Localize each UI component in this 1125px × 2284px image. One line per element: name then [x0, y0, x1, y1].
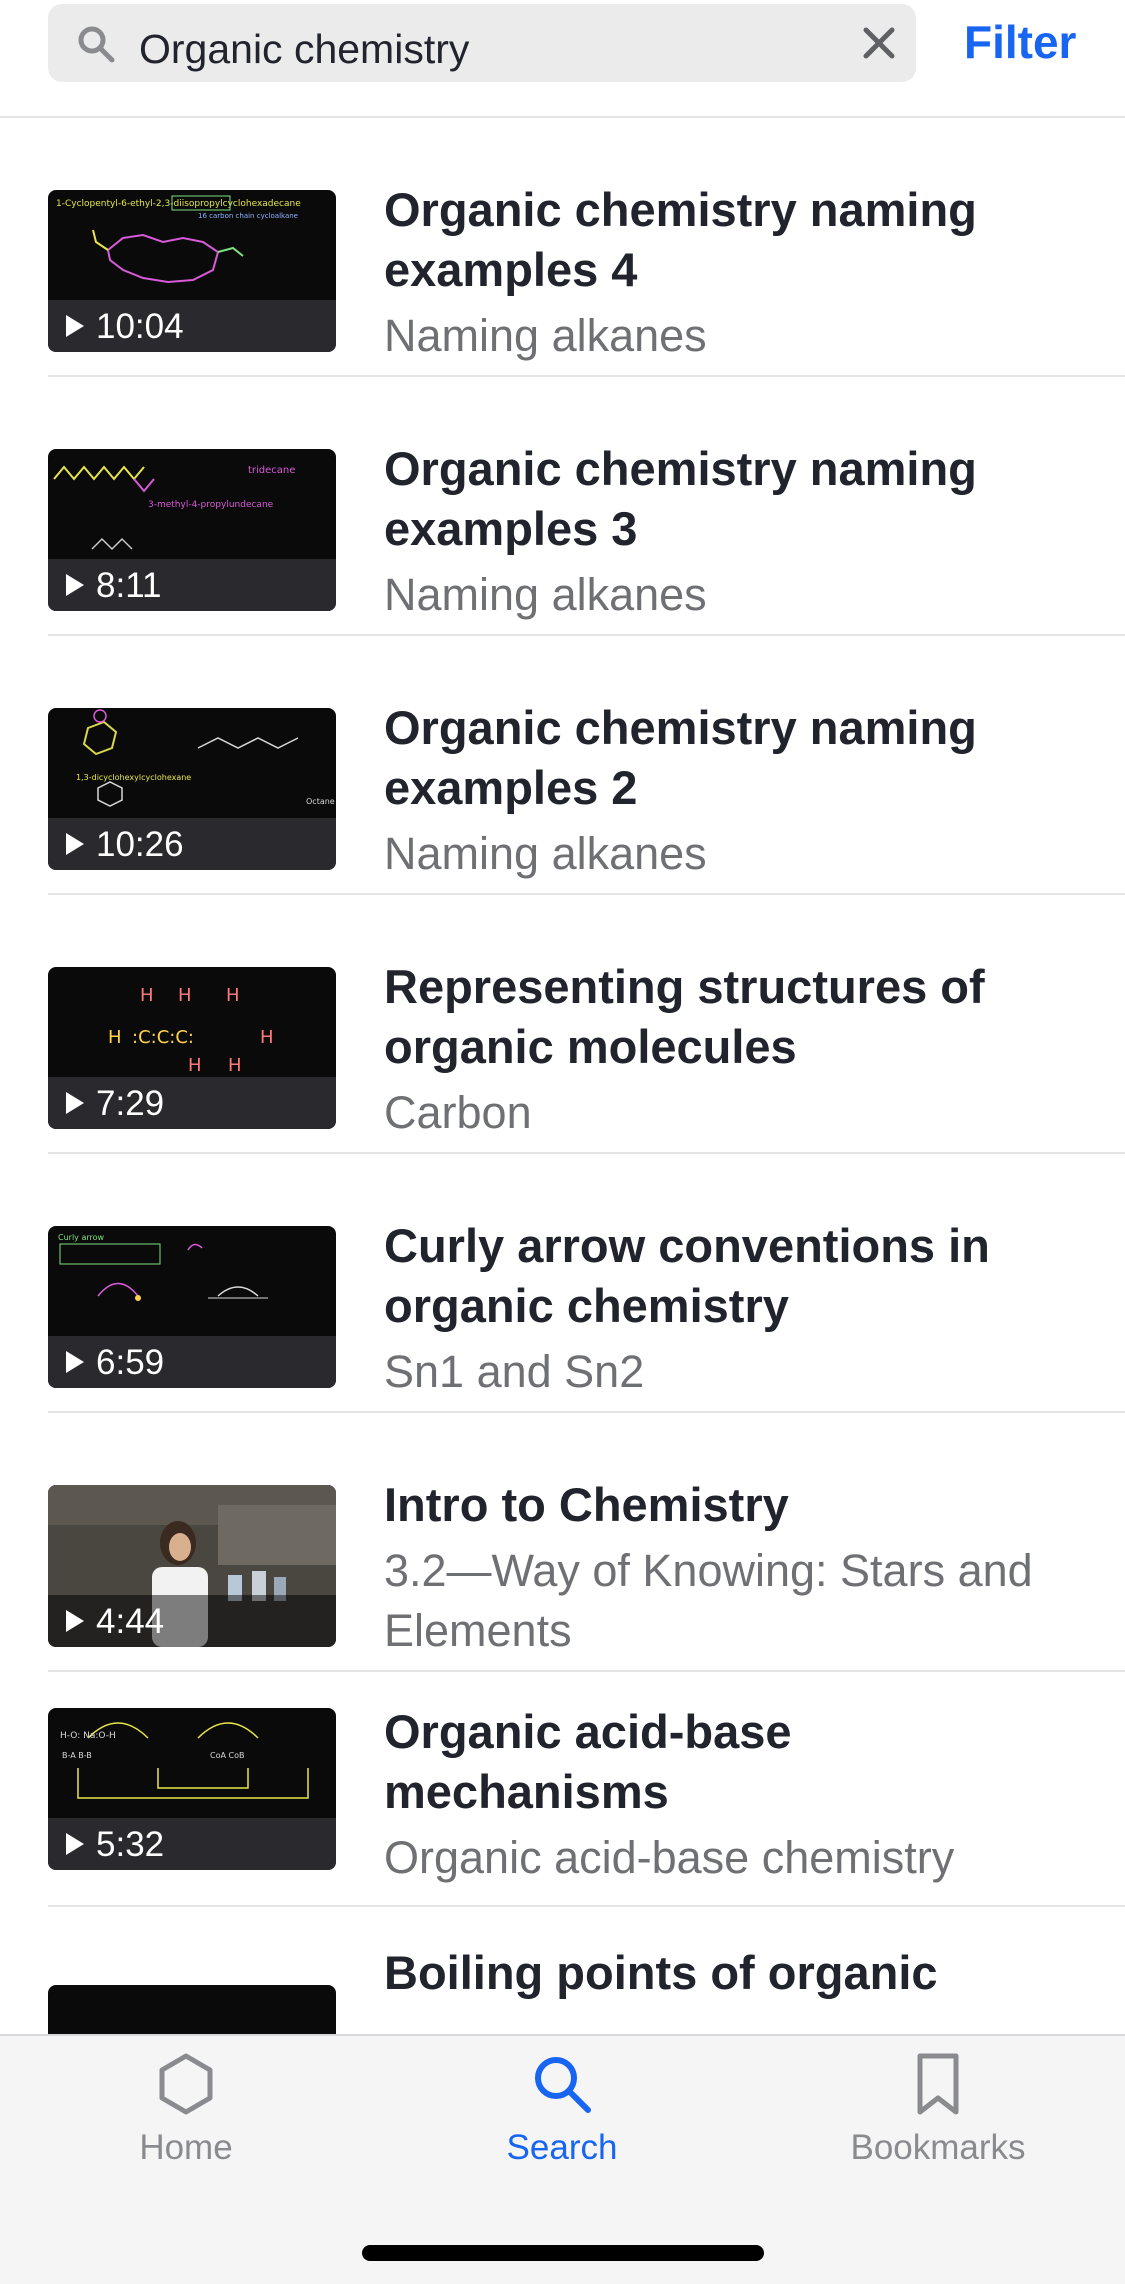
play-icon — [66, 1833, 84, 1855]
search-icon — [535, 2057, 591, 2113]
play-icon — [66, 1092, 84, 1114]
result-subtitle: 3.2—Way of Knowing: Stars and Elements — [384, 1545, 1033, 1656]
video-duration: 7:29 — [96, 1084, 165, 1123]
play-icon — [66, 833, 84, 855]
home-indicator — [362, 2245, 764, 2261]
svg-text:Octane: Octane — [306, 797, 335, 806]
svg-text:H: H — [226, 985, 240, 1006]
video-thumbnail[interactable]: H-O: Na:O-H B-A B-B CoA CoB 5:32 — [48, 1708, 336, 1870]
svg-text:3-methyl-4-propylundecane: 3-methyl-4-propylundecane — [148, 500, 274, 510]
tab-search[interactable]: Search — [412, 2052, 712, 2168]
svg-text:1,3-dicyclohexylcyclohexane: 1,3-dicyclohexylcyclohexane — [76, 773, 191, 782]
video-thumbnail[interactable]: H H H H :C:C:C: H H H 7:29 — [48, 967, 336, 1129]
thumbnail-image: Curly arrow — [58, 1233, 268, 1301]
tab-home-label: Home — [139, 2128, 233, 2167]
tab-bookmarks-label: Bookmarks — [850, 2128, 1026, 2167]
bookmark-icon — [917, 2053, 959, 2115]
result-subtitle: Sn1 and Sn2 — [384, 1346, 645, 1397]
list-item[interactable]: H H H H :C:C:C: H H H 7:29 Representing … — [48, 895, 1125, 1154]
filter-button[interactable]: Filter — [964, 0, 1076, 82]
svg-text:B-A B-B: B-A B-B — [62, 1751, 92, 1760]
tab-bookmarks[interactable]: Bookmarks — [788, 2052, 1088, 2168]
result-title[interactable]: Representing structures of organic molec… — [384, 957, 1084, 1077]
result-subtitle: Naming alkanes — [384, 310, 707, 361]
svg-text:CoA CoB: CoA CoB — [210, 1751, 244, 1760]
result-title[interactable]: Organic chemistry naming examples 4 — [384, 180, 1084, 300]
search-header: Organic chemistry Filter — [0, 0, 1125, 118]
thumbnail-image: H H H H :C:C:C: H H H — [108, 985, 274, 1076]
play-icon — [66, 315, 84, 337]
tab-search-label: Search — [506, 2128, 618, 2167]
thumbnail-image: tridecane 3-methyl-4-propylundecane — [53, 465, 295, 551]
hexagon-icon — [159, 2053, 213, 2115]
thumbnail-image: 1,3-dicyclohexylcyclohexane Octane — [76, 709, 335, 807]
result-title[interactable]: Boiling points of organic — [384, 1943, 1084, 2003]
svg-text:Curly arrow: Curly arrow — [58, 1233, 105, 1242]
video-thumbnail[interactable]: tridecane 3-methyl-4-propylundecane 8:11 — [48, 449, 336, 611]
svg-text:H: H — [228, 1055, 242, 1076]
video-duration: 5:32 — [96, 1825, 165, 1864]
search-icon — [78, 26, 115, 63]
video-duration: 6:59 — [96, 1343, 165, 1382]
list-item[interactable]: 1-Cyclopentyl-6-ethyl-2,3-diisopropylcyc… — [48, 118, 1125, 377]
results-list: 1-Cyclopentyl-6-ethyl-2,3-diisopropylcyc… — [0, 118, 1125, 2166]
svg-text:H-O: Na:O-H: H-O: Na:O-H — [60, 1731, 116, 1741]
thumbnail-image: H-O: Na:O-H B-A B-B CoA CoB — [60, 1722, 309, 1799]
result-title[interactable]: Organic chemistry naming examples 3 — [384, 439, 1084, 559]
svg-text:H: H — [178, 985, 192, 1006]
video-thumbnail[interactable]: 1-Cyclopentyl-6-ethyl-2,3-diisopropylcyc… — [48, 190, 336, 352]
list-item[interactable]: H-O: Na:O-H B-A B-B CoA CoB 5:32 Organic… — [48, 1672, 1125, 1907]
search-input[interactable]: Organic chemistry — [48, 4, 916, 82]
search-query[interactable]: Organic chemistry — [139, 4, 469, 82]
result-title[interactable]: Organic chemistry naming examples 2 — [384, 698, 1084, 818]
result-title[interactable]: Intro to Chemistry — [384, 1475, 1084, 1535]
thumbnail-image: 1-Cyclopentyl-6-ethyl-2,3-diisopropylcyc… — [56, 195, 301, 284]
video-duration: 8:11 — [96, 566, 162, 605]
list-item[interactable]: 1,3-dicyclohexylcyclohexane Octane 10:26… — [48, 636, 1125, 895]
video-thumbnail[interactable]: 4:44 — [48, 1485, 336, 1647]
result-title[interactable]: Organic acid-base mechanisms — [384, 1702, 1084, 1822]
clear-search-icon[interactable] — [860, 24, 898, 62]
result-subtitle: Naming alkanes — [384, 569, 707, 620]
video-duration: 4:44 — [96, 1602, 165, 1641]
result-title[interactable]: Curly arrow conventions in organic chemi… — [384, 1216, 1084, 1336]
video-thumbnail[interactable]: Curly arrow 6:59 — [48, 1226, 336, 1388]
play-icon — [66, 574, 84, 596]
result-subtitle: Naming alkanes — [384, 828, 707, 879]
svg-text:H: H — [188, 1055, 202, 1076]
svg-text:1-Cyclopentyl-6-ethyl-2,3-diis: 1-Cyclopentyl-6-ethyl-2,3-diisopropylcyc… — [56, 199, 301, 209]
list-item[interactable]: tridecane 3-methyl-4-propylundecane 8:11… — [48, 377, 1125, 636]
svg-text:H: H — [260, 1027, 274, 1048]
play-icon — [66, 1610, 84, 1632]
result-subtitle: Organic acid-base chemistry — [384, 1832, 955, 1883]
svg-text:H: H — [140, 985, 154, 1006]
svg-text:H: H — [108, 1027, 122, 1048]
video-thumbnail[interactable]: 1,3-dicyclohexylcyclohexane Octane 10:26 — [48, 708, 336, 870]
svg-text::C:C:C:: :C:C:C: — [132, 1027, 194, 1048]
play-icon — [66, 1351, 84, 1373]
list-item[interactable]: 4:44 Intro to Chemistry 3.2—Way of Knowi… — [48, 1413, 1125, 1672]
svg-text:tridecane: tridecane — [248, 465, 295, 476]
tab-home[interactable]: Home — [36, 2052, 336, 2168]
list-item[interactable]: Curly arrow 6:59 Curly arrow conventions… — [48, 1154, 1125, 1413]
svg-text:16 carbon chain cycloalkane: 16 carbon chain cycloalkane — [198, 212, 298, 220]
video-duration: 10:04 — [96, 307, 184, 346]
video-duration: 10:26 — [96, 825, 184, 864]
result-subtitle: Carbon — [384, 1087, 532, 1138]
